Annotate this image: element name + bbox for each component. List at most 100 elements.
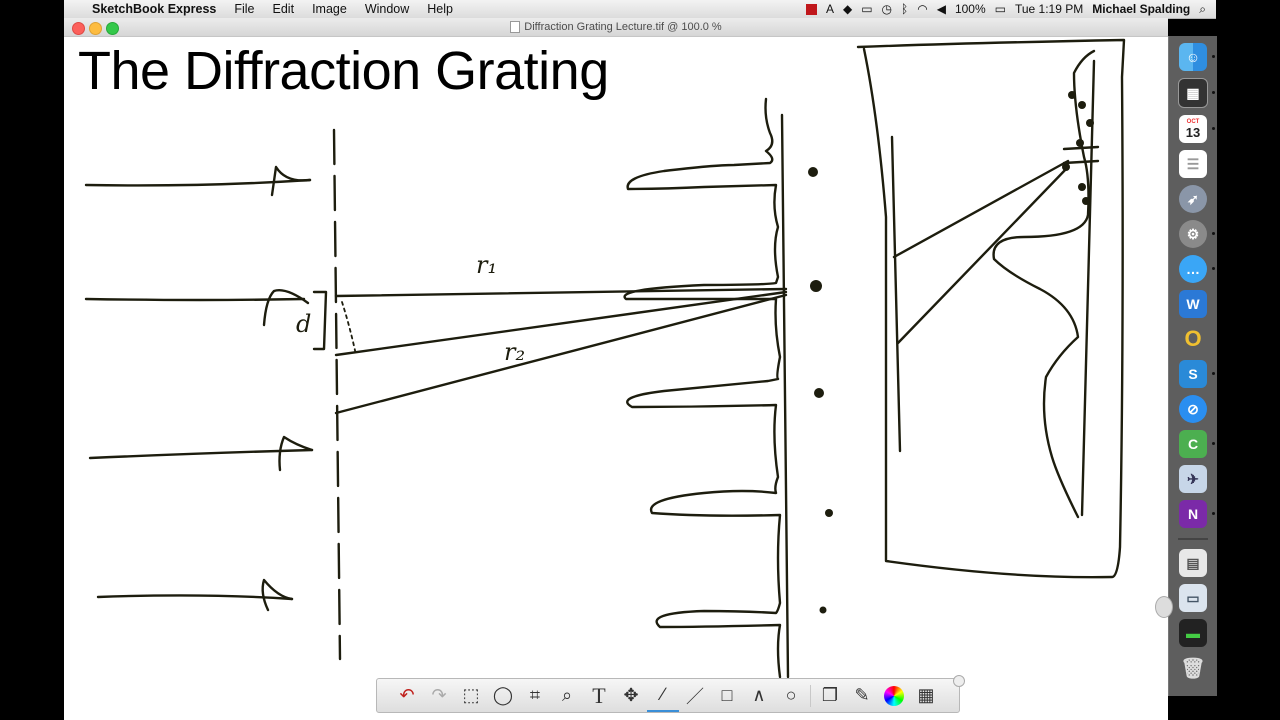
menu-edit[interactable]: Edit	[264, 0, 304, 18]
line-tool-icon[interactable]: ／	[679, 681, 711, 711]
wifi-icon[interactable]: ◠	[917, 0, 927, 18]
fringe-dot-4	[825, 509, 833, 517]
battery-percent[interactable]: 100%	[955, 0, 986, 18]
label-d: d	[296, 310, 311, 338]
system-preferences-icon[interactable]: ⚙	[1179, 220, 1215, 248]
drawing-canvas[interactable]: The Diffraction Grating d r₁ r₂	[64, 37, 1168, 720]
screen-line	[780, 113, 790, 679]
messages-icon[interactable]: …	[1179, 255, 1215, 283]
camtasia-icon[interactable]: C	[1179, 430, 1215, 458]
fringe-dot-1	[808, 167, 818, 177]
inset-dot-7	[1082, 197, 1090, 205]
airplay-icon[interactable]: ▭	[861, 0, 872, 18]
dock: ☺ ▦ OCT 13 ☰ ➶ ⚙ … W O S ⊘ C ✈ N ▤ ▭ ▬ 🗑	[1168, 36, 1217, 696]
hand-drawn-sketch: d r₁ r₂	[84, 38, 1126, 679]
ray-2	[84, 297, 306, 302]
ellipse-tool-icon[interactable]: ○	[775, 681, 807, 711]
clock[interactable]: Tue 1:19 PM	[1015, 0, 1083, 18]
ring-app-icon[interactable]: O	[1179, 325, 1207, 353]
incoming-rays	[84, 165, 314, 612]
canvas-scroll-handle[interactable]	[1155, 596, 1173, 618]
window-titlebar: Diffraction Grating Lecture.tif @ 100.0 …	[64, 18, 1168, 37]
toolbar-divider	[810, 684, 811, 707]
volume-icon[interactable]: ◀	[937, 0, 946, 18]
dropbox-icon[interactable]: ◆	[843, 0, 852, 18]
dock-divider	[1178, 538, 1208, 540]
bluetooth-icon[interactable]: ᛒ	[901, 0, 908, 18]
ray-1	[84, 178, 312, 187]
intensity-profile	[623, 97, 782, 679]
inset-dot-1	[1068, 91, 1076, 99]
safari-icon[interactable]: ⊘	[1179, 395, 1207, 423]
inset-dot-5	[1062, 163, 1070, 171]
rocket-icon[interactable]: ➶	[1179, 185, 1207, 213]
label-r1: r₁	[476, 251, 497, 279]
fringe-dot-5	[819, 606, 827, 614]
preview-icon[interactable]: ✈	[1179, 465, 1207, 493]
polyline-tool-icon[interactable]: ∧	[743, 681, 775, 711]
inset-dot-4	[1076, 139, 1084, 147]
palette-grid-icon[interactable]: ▦	[910, 681, 942, 711]
fringe-dot-2	[810, 280, 822, 292]
inset-dot-2	[1078, 101, 1086, 109]
reminders-icon[interactable]: ☰	[1179, 150, 1207, 178]
lasso-select-icon[interactable]: ◯	[487, 681, 519, 711]
fringe-dot-3	[814, 388, 824, 398]
time-machine-icon[interactable]: ◷	[882, 0, 892, 18]
zoom-inset	[856, 38, 1126, 579]
inset-dot-3	[1086, 119, 1094, 127]
label-r2: r₂	[504, 338, 525, 366]
redo-icon[interactable]: ↷	[423, 681, 455, 711]
undo-icon[interactable]: ↶	[391, 681, 423, 711]
zoom-icon[interactable]: ⌕	[551, 681, 583, 711]
toolbar-close-icon[interactable]	[953, 675, 965, 687]
app-menu[interactable]: SketchBook Express	[90, 0, 225, 18]
layers-icon[interactable]: ❐	[814, 681, 846, 711]
word-icon[interactable]: W	[1179, 290, 1207, 318]
grating-line	[332, 128, 342, 661]
ray-r2	[334, 293, 788, 415]
ray-r1b	[334, 290, 788, 357]
downloads-stack-icon[interactable]: ▭	[1179, 584, 1207, 612]
spotlight-search-icon[interactable]: ⌕	[1199, 0, 1206, 18]
move-tool-icon[interactable]: ✥	[615, 681, 647, 711]
tool-palette: ↶ ↷ ⬚ ◯ ⌗ ⌕ T ✥ ∕ ／ □ ∧ ○ ❐ ✎ ▦	[376, 675, 965, 713]
user-name[interactable]: Michael Spalding	[1092, 0, 1190, 18]
crop-icon[interactable]: ⌗	[519, 681, 551, 711]
trash-icon[interactable]: 🗑	[1179, 654, 1207, 682]
recording-icon[interactable]	[805, 3, 817, 15]
text-tool-icon[interactable]: T	[583, 681, 615, 711]
adobe-icon[interactable]: A	[826, 0, 834, 18]
arrowhead-4	[261, 578, 294, 612]
calendar-icon[interactable]: OCT 13	[1179, 115, 1215, 143]
menu-help[interactable]: Help	[418, 0, 462, 18]
documents-stack-icon[interactable]: ▤	[1179, 549, 1207, 577]
window-title: Diffraction Grating Lecture.tif @ 100.0 …	[524, 21, 722, 33]
arrowhead-3	[278, 435, 314, 472]
zoom-button[interactable]	[106, 22, 119, 35]
window-title-group: Diffraction Grating Lecture.tif @ 100.0 …	[510, 18, 722, 36]
pen-stroke-icon[interactable]: ∕	[647, 680, 679, 712]
ray-r1	[334, 287, 788, 298]
brushes-icon[interactable]: ✎	[846, 681, 878, 711]
terminal-stack-icon[interactable]: ▬	[1179, 619, 1207, 647]
rectangle-select-icon[interactable]: ⬚	[455, 681, 487, 711]
onenote-icon[interactable]: N	[1179, 500, 1215, 528]
menu-image[interactable]: Image	[303, 0, 356, 18]
launchpad-icon[interactable]: ▦	[1178, 78, 1215, 108]
minimize-button[interactable]	[89, 22, 102, 35]
inset-dot-6	[1078, 183, 1086, 191]
calendar-day: 13	[1185, 124, 1201, 140]
battery-icon[interactable]: ▭	[995, 0, 1006, 18]
document-icon	[510, 21, 521, 33]
sketchbook-express-icon[interactable]: S	[1179, 360, 1215, 388]
close-button[interactable]	[72, 22, 85, 35]
menu-bar: SketchBook Express File Edit Image Windo…	[64, 0, 1216, 19]
status-area: A ◆ ▭ ◷ ᛒ ◠ ◀ 100% ▭ Tue 1:19 PM Michael…	[805, 0, 1206, 18]
path-rays	[334, 287, 788, 415]
finder-icon[interactable]: ☺	[1179, 43, 1215, 71]
menu-file[interactable]: File	[225, 0, 263, 18]
menu-window[interactable]: Window	[356, 0, 418, 18]
color-wheel-icon[interactable]	[878, 681, 910, 711]
rectangle-tool-icon[interactable]: □	[711, 681, 743, 711]
